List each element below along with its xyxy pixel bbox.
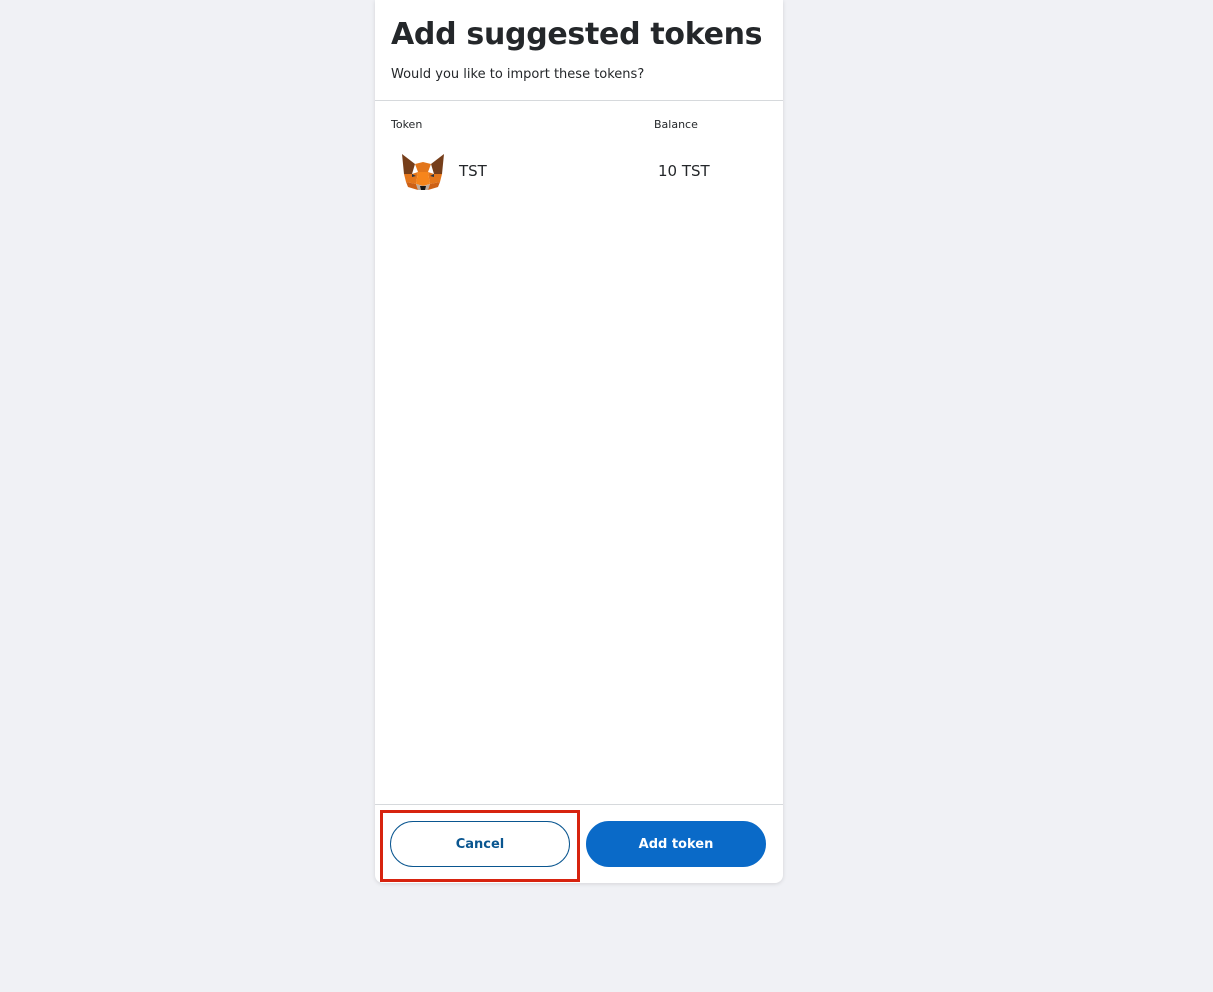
cancel-button[interactable]: Cancel (390, 821, 570, 867)
token-symbol: TST (459, 162, 487, 180)
suggest-tokens-dialog: Add suggested tokens Would you like to i… (375, 0, 783, 883)
dialog-header: Add suggested tokens Would you like to i… (375, 0, 783, 101)
column-header-balance: Balance (654, 118, 698, 131)
page-subtitle: Would you like to import these tokens? (391, 67, 645, 82)
token-balance: 10 TST (658, 162, 710, 180)
dialog-footer: Cancel Add token (375, 804, 783, 883)
page-title: Add suggested tokens (391, 17, 763, 52)
add-token-button[interactable]: Add token (586, 821, 766, 867)
table-row: TST 10 TST (391, 151, 767, 199)
column-header-token: Token (391, 118, 423, 131)
table-header: Token Balance (391, 118, 767, 138)
token-table: Token Balance TST 10 TST (375, 118, 783, 199)
metamask-fox-icon (400, 152, 446, 194)
